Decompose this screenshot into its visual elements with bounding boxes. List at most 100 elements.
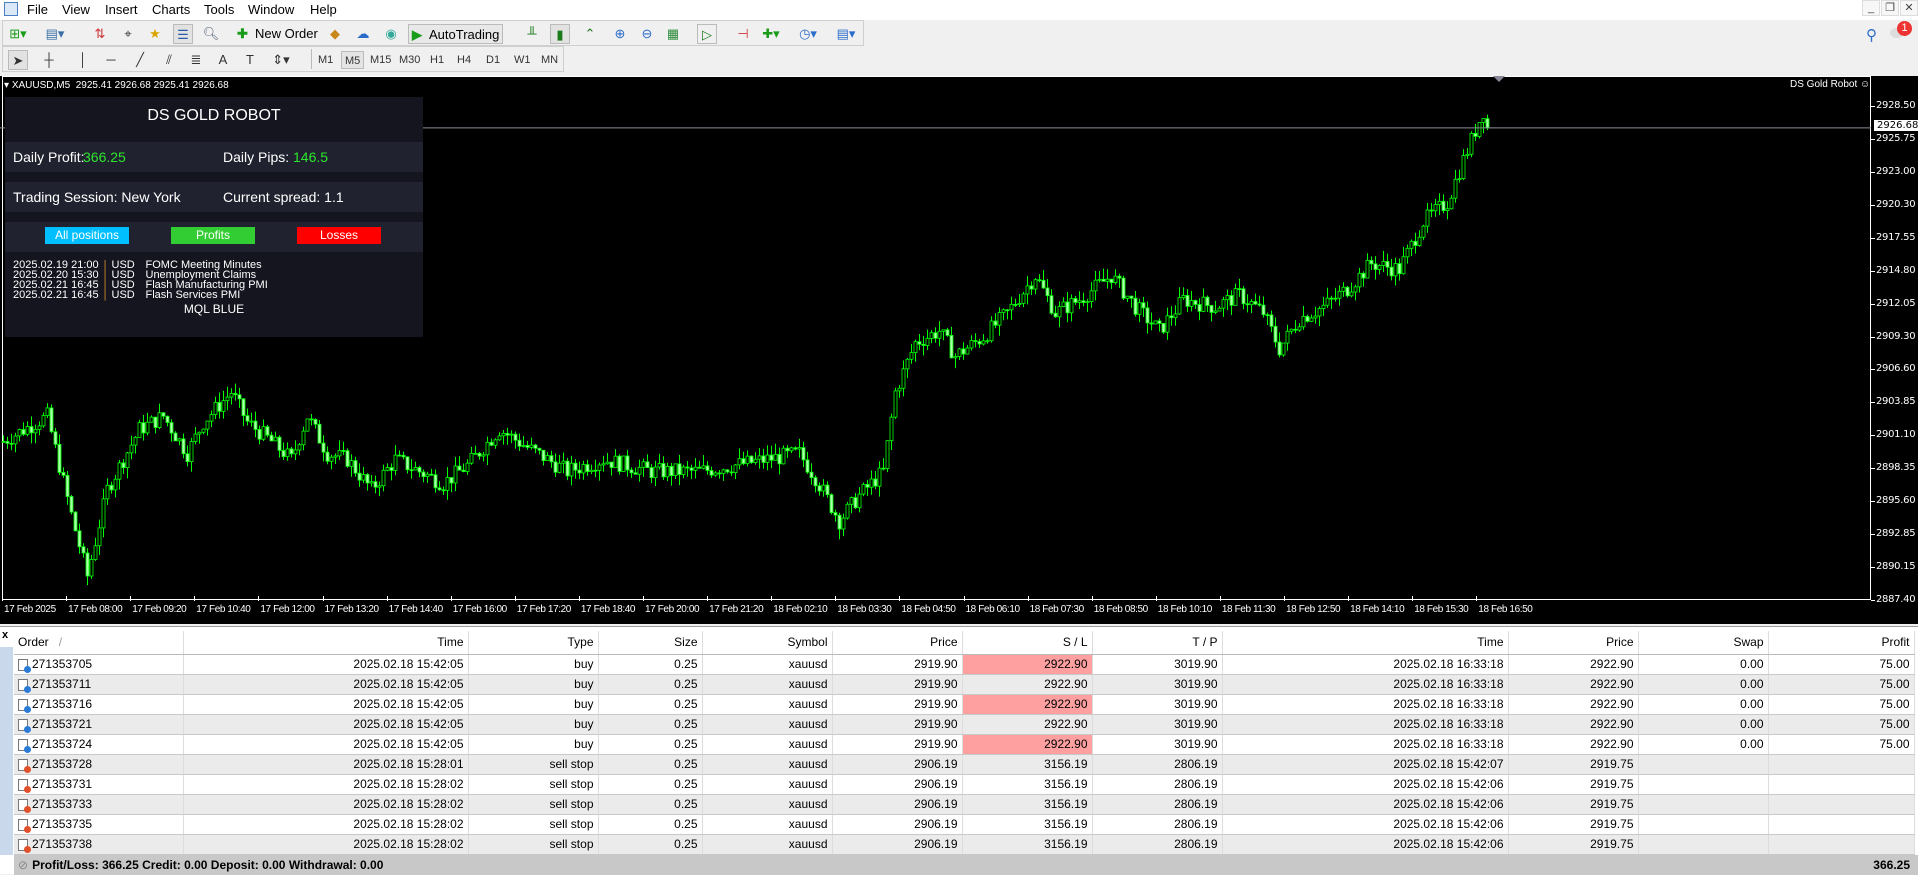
candle-body [709, 470, 714, 476]
column-header[interactable]: Time [1222, 631, 1509, 655]
market-icon[interactable]: ◉ [381, 24, 401, 44]
strategy-tester-icon[interactable]: 🔍︎ [201, 24, 221, 44]
indicators-icon[interactable]: ✚▾ [761, 24, 781, 44]
timeframe-mn[interactable]: MN [538, 51, 561, 69]
table-row[interactable]: 271353711 2025.02.18 15:42:05 buy 0.25 xauus… [14, 674, 1915, 695]
candle-body [973, 340, 978, 342]
table-row[interactable]: 271353731 2025.02.18 15:28:02 sell stop 0.2… [14, 774, 1915, 795]
timeframe-m15[interactable]: M15 [367, 51, 394, 69]
menu-bar: File View Insert Charts Tools Window Hel… [0, 0, 1918, 20]
menu-view[interactable]: View [62, 2, 90, 17]
column-header[interactable]: Symbol [702, 631, 833, 655]
new-chart-icon[interactable]: ⊞▾ [8, 24, 28, 44]
metaeditor-icon[interactable]: ◆ [325, 24, 345, 44]
chart-shift-marker[interactable] [1493, 76, 1505, 82]
periods-clock-icon[interactable]: ◷▾ [798, 24, 818, 44]
zoom-out-icon[interactable]: ⊖ [637, 24, 657, 44]
auto-scroll-icon[interactable]: ▷ [697, 24, 717, 44]
table-row[interactable]: 271353735 2025.02.18 15:28:02 sell stop 0.2… [14, 814, 1915, 835]
cursor-icon[interactable]: ➤ [8, 50, 28, 70]
menu-file[interactable]: File [27, 2, 48, 17]
time-tick-label: 17 Feb 17:20 [516, 604, 572, 615]
column-header[interactable]: Time [183, 631, 469, 655]
search-icon[interactable]: ⚲ [1866, 26, 1877, 44]
collapse-triangle-icon[interactable]: ▾ [4, 80, 9, 91]
timeframe-w1[interactable]: W1 [511, 51, 534, 69]
timeframe-h4[interactable]: H4 [454, 51, 474, 69]
column-header[interactable]: Order / [14, 631, 184, 655]
market-watch-icon[interactable]: ⇅ [90, 24, 110, 44]
signals-icon[interactable]: ☁ [353, 24, 373, 44]
candle-body [557, 462, 562, 473]
table-header: Order / Time Type Size Symbol Price S / L T / P T… [14, 631, 1915, 655]
data-window-icon[interactable]: ⌖ [118, 24, 138, 44]
new-order-button[interactable]: ✚ New Order [237, 24, 318, 44]
profiles-icon[interactable]: ▤▾ [45, 24, 65, 44]
terminal-side-tab[interactable] [0, 647, 13, 855]
table-row[interactable]: 271353705 2025.02.18 15:42:05 buy 0.25 xauus… [14, 654, 1915, 675]
column-header[interactable]: Swap [1638, 631, 1769, 655]
column-header-label: Swap [1733, 635, 1764, 650]
navigator-icon[interactable]: ★ [145, 24, 165, 44]
column-header[interactable]: T / P [1092, 631, 1223, 655]
timeframe-m1[interactable]: M1 [315, 51, 336, 69]
timeframe-h1[interactable]: H1 [427, 51, 447, 69]
candle-body [305, 418, 310, 432]
table-cell: 271353724 [14, 734, 184, 755]
autotrading-button[interactable]: ▶ AutoTrading [408, 24, 503, 44]
text-label-icon[interactable]: T [240, 50, 260, 70]
table-row[interactable]: 271353724 2025.02.18 15:42:05 buy 0.25 xauus… [14, 734, 1915, 755]
price-tick [1871, 204, 1875, 206]
menu-tools[interactable]: Tools [204, 2, 234, 17]
horizontal-line-icon[interactable]: ─ [101, 50, 121, 70]
table-row[interactable]: 271353738 2025.02.18 15:28:02 sell stop 0.2… [14, 834, 1915, 855]
profits-button[interactable]: Profits [171, 227, 255, 244]
templates-icon[interactable]: ▤▾ [836, 24, 856, 44]
line-chart-icon[interactable]: ⌃ [580, 24, 600, 44]
column-header[interactable]: Size [598, 631, 703, 655]
arrows-icon[interactable]: ⇕▾ [271, 50, 291, 70]
table-row[interactable]: 271353721 2025.02.18 15:42:05 buy 0.25 xauus… [14, 714, 1915, 735]
bar-chart-icon[interactable]: ╨ [522, 24, 542, 44]
table-row[interactable]: 271353716 2025.02.18 15:42:05 buy 0.25 xauus… [14, 694, 1915, 715]
table-cell [1638, 794, 1769, 815]
fibonacci-icon[interactable]: ≣ [186, 50, 206, 70]
column-header[interactable]: S / L [962, 631, 1093, 655]
table-row[interactable]: 271353733 2025.02.18 15:28:02 sell stop 0.2… [14, 794, 1915, 815]
restore-button[interactable]: ❐ [1881, 0, 1899, 16]
terminal-close-button[interactable]: x [2, 629, 8, 641]
minimize-button[interactable]: _ [1862, 0, 1880, 16]
notifications-button[interactable]: 1 [1890, 21, 1912, 40]
price-chart[interactable]: ▾ XAUUSD,M5 2925.41 2926.68 2925.41 2926… [0, 76, 1918, 624]
menu-charts[interactable]: Charts [152, 2, 190, 17]
menu-window[interactable]: Window [248, 2, 294, 17]
tile-windows-icon[interactable]: ▦ [663, 24, 683, 44]
column-header[interactable]: Price [832, 631, 963, 655]
candlestick-icon[interactable]: ▮ [550, 24, 570, 44]
column-header[interactable]: Type [468, 631, 599, 655]
candle-body [1297, 326, 1302, 331]
column-header[interactable]: Price [1508, 631, 1639, 655]
trendline-icon[interactable]: ╱ [130, 50, 150, 70]
timeframe-d1[interactable]: D1 [483, 51, 503, 69]
menu-help[interactable]: Help [310, 2, 337, 17]
column-header[interactable]: Profit [1768, 631, 1915, 655]
timeframe-m5[interactable]: M5 [341, 51, 365, 69]
chart-shift-icon[interactable]: ⊣ [733, 24, 753, 44]
losses-button[interactable]: Losses [297, 227, 381, 244]
crosshair-icon[interactable]: ┼ [39, 50, 59, 70]
all-positions-button[interactable]: All positions [45, 227, 129, 244]
close-button[interactable]: ✕ [1900, 0, 1918, 16]
candle-body [313, 419, 318, 425]
menu-insert[interactable]: Insert [105, 2, 138, 17]
equidistant-channel-icon[interactable]: ⫽ [159, 50, 179, 70]
candle-body [81, 546, 86, 554]
vertical-line-icon[interactable]: │ [73, 50, 93, 70]
table-cell: 3156.19 [962, 794, 1093, 815]
candle-body [1033, 279, 1038, 290]
zoom-in-icon[interactable]: ⊕ [610, 24, 630, 44]
timeframe-m30[interactable]: M30 [396, 51, 423, 69]
table-row[interactable]: 271353728 2025.02.18 15:28:01 sell stop 0.2… [14, 754, 1915, 775]
terminal-icon[interactable]: ☰ [173, 24, 193, 44]
text-icon[interactable]: A [213, 50, 233, 70]
